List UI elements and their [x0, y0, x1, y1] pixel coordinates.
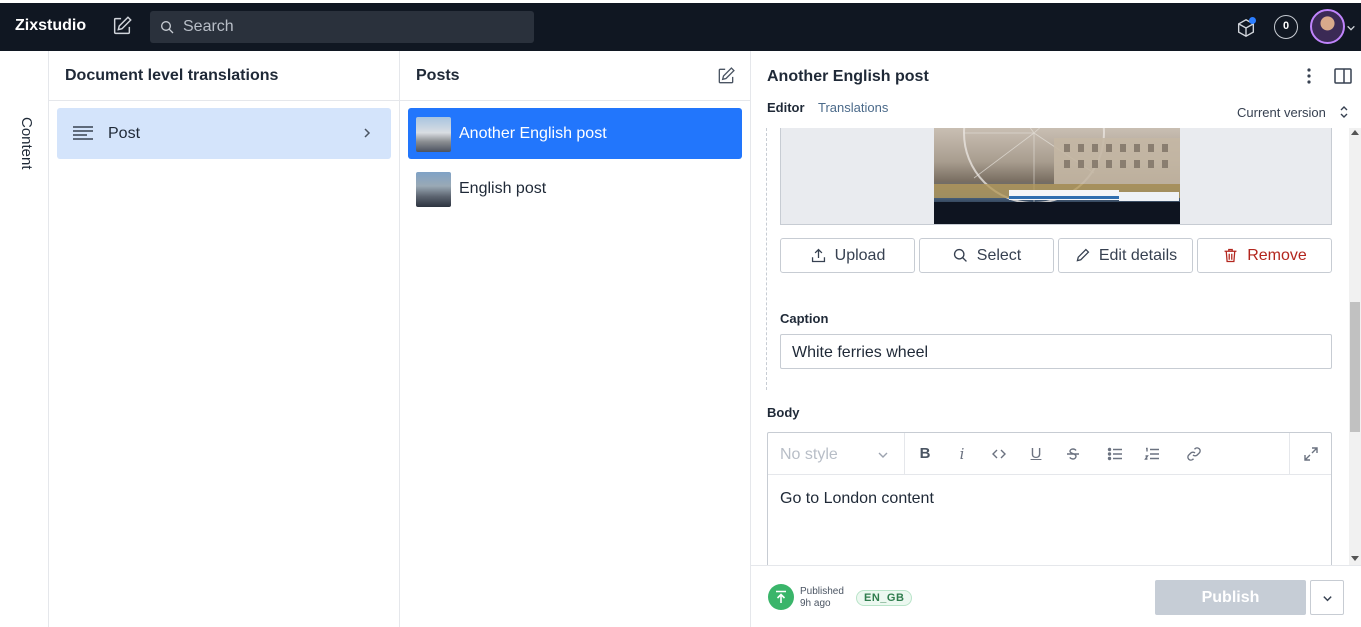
edit-details-button-label: Edit details [1098, 246, 1178, 264]
type-list-item-label: Post [108, 125, 141, 142]
link-button[interactable] [1184, 444, 1204, 464]
studio-brand[interactable]: Zixstudio [15, 17, 86, 35]
document-list-pane: Posts Another English post English post [400, 51, 751, 627]
scroll-up-arrow[interactable] [1351, 130, 1359, 135]
field-group-divider [766, 128, 767, 390]
body-label: Body [767, 405, 800, 420]
content-tool-tab[interactable]: Content [0, 51, 49, 627]
trash-icon [1224, 248, 1237, 263]
block-style-select[interactable]: No style [768, 433, 905, 475]
chevron-down-icon [878, 452, 888, 458]
content-tool-label: Content [18, 117, 35, 170]
version-selector[interactable]: Current version [1237, 105, 1326, 120]
new-document-icon[interactable] [111, 15, 133, 37]
scrollbar-thumb[interactable] [1350, 302, 1360, 432]
pane-header: Document level translations [49, 51, 399, 101]
edit-details-button[interactable]: Edit details [1058, 238, 1193, 273]
select-button[interactable]: Select [919, 238, 1054, 273]
search-placeholder: Search [183, 18, 234, 35]
tab-translations[interactable]: Translations [818, 100, 888, 115]
block-style-placeholder: No style [780, 446, 838, 463]
top-navbar: Zixstudio Search 0 [0, 0, 1361, 51]
bullet-list-button[interactable] [1105, 444, 1125, 464]
notification-count-badge[interactable]: 0 [1274, 15, 1298, 39]
published-status-icon [768, 584, 794, 610]
pane-title: Document level translations [65, 67, 279, 84]
caption-value: White ferries wheel [792, 344, 929, 361]
publish-arrow-icon [776, 590, 786, 603]
document-thumbnail [416, 117, 451, 152]
document-list-item[interactable]: Another English post [408, 108, 742, 159]
strikethrough-icon [1067, 448, 1079, 460]
chevron-down-icon [1323, 596, 1332, 602]
search-icon [161, 21, 174, 34]
upload-button[interactable]: Upload [780, 238, 915, 273]
more-vertical-icon[interactable] [1299, 66, 1319, 86]
bullet-list-icon [1107, 447, 1122, 461]
type-list-pane: Document level translations Post [49, 51, 400, 627]
fullscreen-button[interactable] [1301, 444, 1321, 464]
image-preview-frame [780, 128, 1332, 225]
split-pane-icon[interactable] [1333, 66, 1353, 86]
user-avatar[interactable] [1310, 9, 1345, 44]
bold-button[interactable]: B [915, 444, 935, 464]
strikethrough-button[interactable] [1063, 444, 1083, 464]
numbered-list-icon [1144, 447, 1159, 460]
editor-form-scroll-area: Upload Select Edit details Remove Captio… [751, 128, 1349, 565]
link-icon [1187, 447, 1201, 461]
search-icon [953, 248, 967, 262]
publish-button[interactable]: Publish [1155, 580, 1306, 615]
document-status-bar: Published 9h ago EN_GB Publish [751, 565, 1361, 627]
image-preview [934, 128, 1180, 224]
publish-status-time: 9h ago [800, 598, 831, 609]
document-editor-pane: Another English post Editor Translations… [751, 51, 1361, 627]
pencil-icon [1076, 248, 1090, 262]
document-list-item[interactable]: English post [408, 163, 742, 214]
remove-button[interactable]: Remove [1197, 238, 1332, 273]
publish-status-text: Published 9h ago [800, 586, 844, 610]
select-button-label: Select [976, 246, 1022, 264]
compose-icon[interactable] [716, 66, 736, 86]
remove-button-label: Remove [1247, 246, 1307, 264]
document-title: Another English post [767, 68, 929, 85]
type-list-item-post[interactable]: Post [57, 108, 391, 159]
pane-header: Posts [400, 51, 750, 101]
document-list-item-label: Another English post [459, 125, 607, 142]
chevron-down-icon[interactable] [1346, 23, 1356, 33]
document-lines-icon [73, 126, 93, 140]
tab-editor[interactable]: Editor [767, 100, 805, 115]
numbered-list-button[interactable] [1142, 444, 1162, 464]
caption-label: Caption [780, 311, 829, 326]
toolbar-divider [1289, 433, 1290, 475]
italic-button[interactable]: i [952, 444, 972, 464]
document-list-item-label: English post [459, 180, 547, 197]
scroll-down-arrow[interactable] [1351, 556, 1359, 561]
pane-title: Posts [416, 67, 460, 84]
body-content: Go to London content [780, 490, 934, 507]
notification-dot [1249, 17, 1256, 24]
search-input[interactable]: Search [150, 11, 534, 43]
language-badge: EN_GB [856, 590, 913, 606]
upload-icon [811, 248, 825, 263]
code-icon [992, 449, 1006, 459]
document-thumbnail [416, 172, 451, 207]
chevron-up-down-icon[interactable] [1338, 104, 1350, 120]
caption-input[interactable]: White ferries wheel [780, 334, 1332, 369]
chevron-right-icon [364, 128, 371, 138]
body-rich-text-editor[interactable]: No style B i U Go to London content [767, 432, 1332, 565]
underline-button[interactable]: U [1026, 444, 1046, 464]
editor-scrollbar[interactable] [1349, 128, 1361, 565]
rich-text-toolbar: No style B i U [768, 433, 1331, 475]
publish-status-line: Published [800, 586, 844, 597]
document-actions-menu-button[interactable] [1310, 580, 1344, 615]
code-button[interactable] [989, 444, 1009, 464]
upload-button-label: Upload [834, 246, 886, 264]
expand-icon [1304, 447, 1318, 461]
